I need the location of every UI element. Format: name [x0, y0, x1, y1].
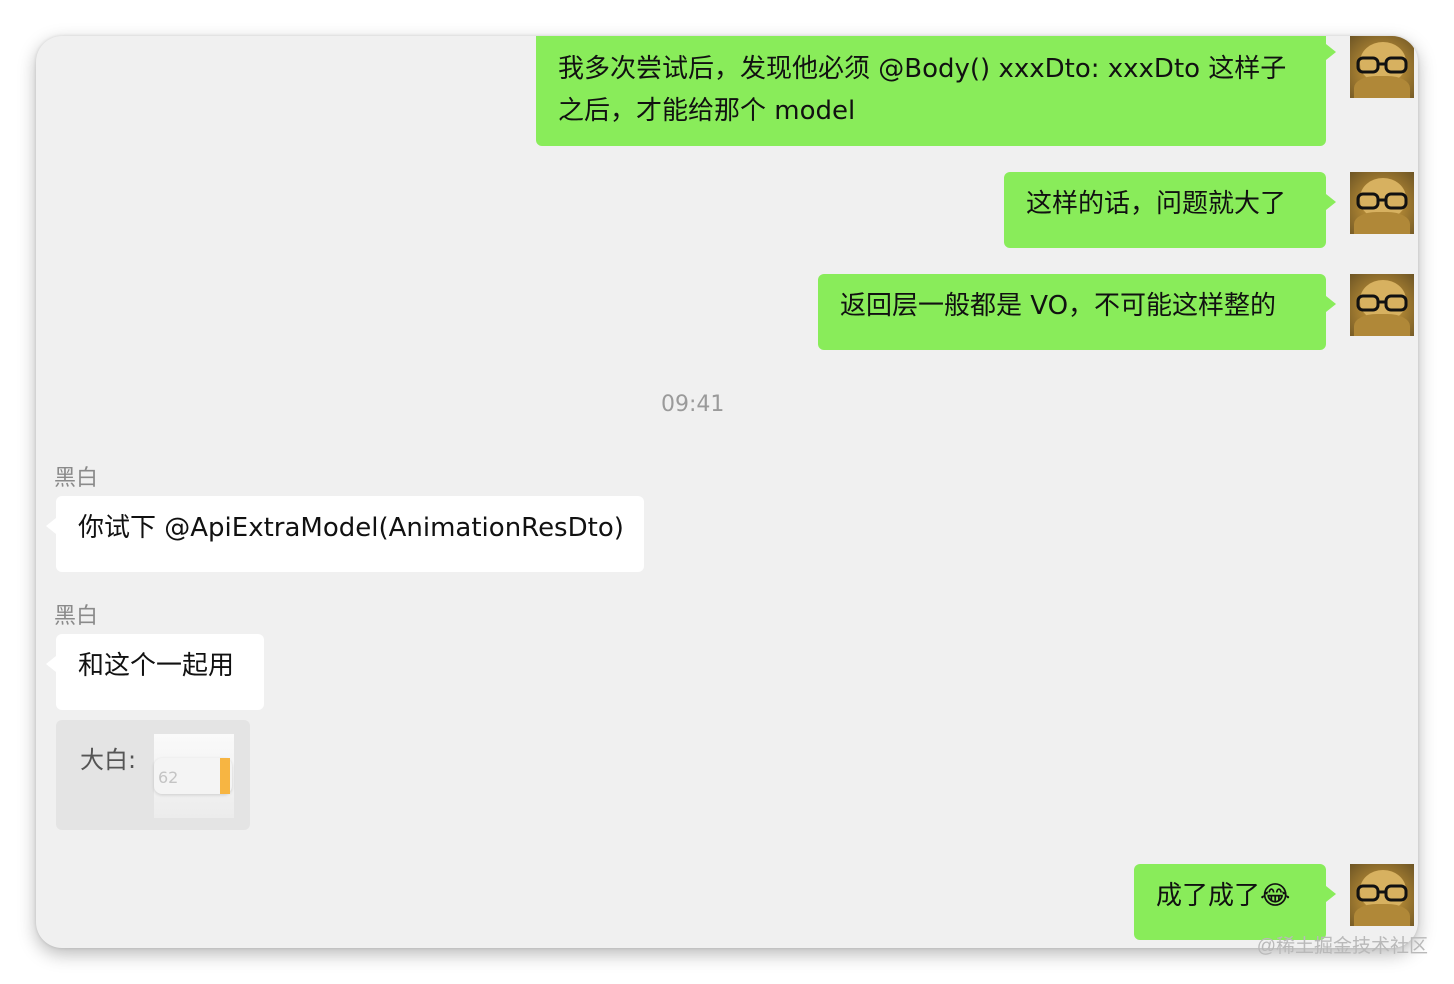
- sender-name: 黑白: [54, 466, 99, 491]
- quoted-image-thumbnail[interactable]: 62: [154, 734, 234, 818]
- outgoing-message-bubble[interactable]: 返回层一般都是 VO，不可能这样整的: [818, 274, 1336, 350]
- incoming-message-bubble[interactable]: 你试下 @ApiExtraModel(AnimationResDto): [46, 496, 644, 572]
- message-text: 返回层一般都是 VO，不可能这样整的: [840, 291, 1277, 321]
- chat-window: 我多次尝试后，发现他必须 @Body() xxxDto: xxxDto 这样子 …: [36, 36, 1418, 948]
- user-avatar-icon[interactable]: [1350, 172, 1414, 234]
- incoming-message-bubble[interactable]: 和这个一起用: [46, 634, 264, 710]
- message-text-line-2: 之后，才能给那个 model: [558, 96, 856, 126]
- outgoing-message-bubble[interactable]: 这样的话，问题就大了: [1004, 172, 1336, 248]
- thumbnail-accent-bar: [220, 758, 230, 794]
- quoted-message[interactable]: 大白: 62: [56, 720, 250, 830]
- user-avatar-icon[interactable]: [1350, 36, 1414, 98]
- outgoing-message-bubble[interactable]: 成了成了😂: [1134, 864, 1336, 940]
- quoted-sender-name: 大白:: [80, 746, 137, 774]
- message-text: 成了成了😂: [1156, 881, 1291, 911]
- user-avatar-icon[interactable]: [1350, 274, 1414, 336]
- message-timestamp: 09:41: [661, 392, 725, 417]
- message-text-line-1: 我多次尝试后，发现他必须 @Body() xxxDto: xxxDto 这样子: [558, 54, 1287, 84]
- thumbnail-number: 62: [158, 768, 179, 787]
- message-text: 这样的话，问题就大了: [1026, 189, 1287, 219]
- outgoing-message-bubble[interactable]: 我多次尝试后，发现他必须 @Body() xxxDto: xxxDto 这样子 …: [536, 36, 1336, 146]
- user-avatar-icon[interactable]: [1350, 864, 1414, 926]
- message-text: 和这个一起用: [78, 651, 235, 681]
- watermark: @稀土掘金技术社区: [1256, 936, 1428, 957]
- sender-name: 黑白: [54, 604, 99, 629]
- message-text: 你试下 @ApiExtraModel(AnimationResDto): [78, 513, 624, 543]
